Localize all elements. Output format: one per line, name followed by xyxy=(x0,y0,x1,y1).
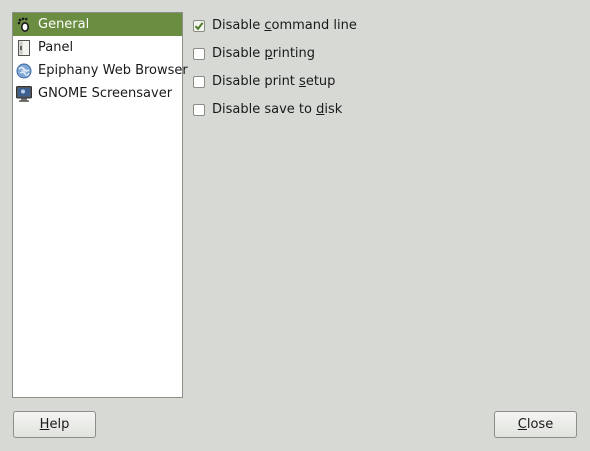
option-label: Disable print setup xyxy=(212,74,336,89)
lockdown-dialog: General Panel Epiphany Web Browser GNOME… xyxy=(0,0,590,451)
sidebar-item-panel[interactable]: Panel xyxy=(13,36,182,59)
help-button[interactable]: Help xyxy=(13,411,96,438)
gnome-foot-icon xyxy=(16,17,32,33)
close-button-label: Close xyxy=(517,417,554,432)
monitor-icon xyxy=(16,85,32,102)
help-button-label: Help xyxy=(39,417,70,432)
sidebar-item-screensaver[interactable]: GNOME Screensaver xyxy=(13,82,182,105)
sidebar-item-label: Epiphany Web Browser xyxy=(38,63,188,78)
sidebar-item-general[interactable]: General xyxy=(13,13,182,36)
sidebar-item-label: Panel xyxy=(38,40,74,55)
option-label: Disable save to disk xyxy=(212,102,343,117)
sidebar-item-epiphany[interactable]: Epiphany Web Browser xyxy=(13,59,188,82)
checkbox-unchecked[interactable] xyxy=(193,76,205,88)
option-label: Disable command line xyxy=(212,18,357,33)
general-options: Disable command line Disable printing Di… xyxy=(192,12,357,124)
category-list[interactable]: General Panel Epiphany Web Browser GNOME… xyxy=(12,12,188,398)
panel-icon xyxy=(16,39,32,56)
disable-save-to-disk-checkbox[interactable]: Disable save to disk xyxy=(192,96,357,124)
close-button[interactable]: Close xyxy=(494,411,577,438)
checkbox-unchecked[interactable] xyxy=(193,48,205,60)
globe-icon xyxy=(16,63,32,79)
checkbox-unchecked[interactable] xyxy=(193,104,205,116)
disable-print-setup-checkbox[interactable]: Disable print setup xyxy=(192,68,357,96)
disable-printing-checkbox[interactable]: Disable printing xyxy=(192,40,357,68)
disable-command-line-checkbox[interactable]: Disable command line xyxy=(192,12,357,40)
checkmark-icon xyxy=(194,22,204,31)
sidebar-item-label: GNOME Screensaver xyxy=(38,86,173,101)
sidebar-item-label: General xyxy=(38,17,90,32)
checkbox-checked[interactable] xyxy=(193,20,205,32)
option-label: Disable printing xyxy=(212,46,316,61)
